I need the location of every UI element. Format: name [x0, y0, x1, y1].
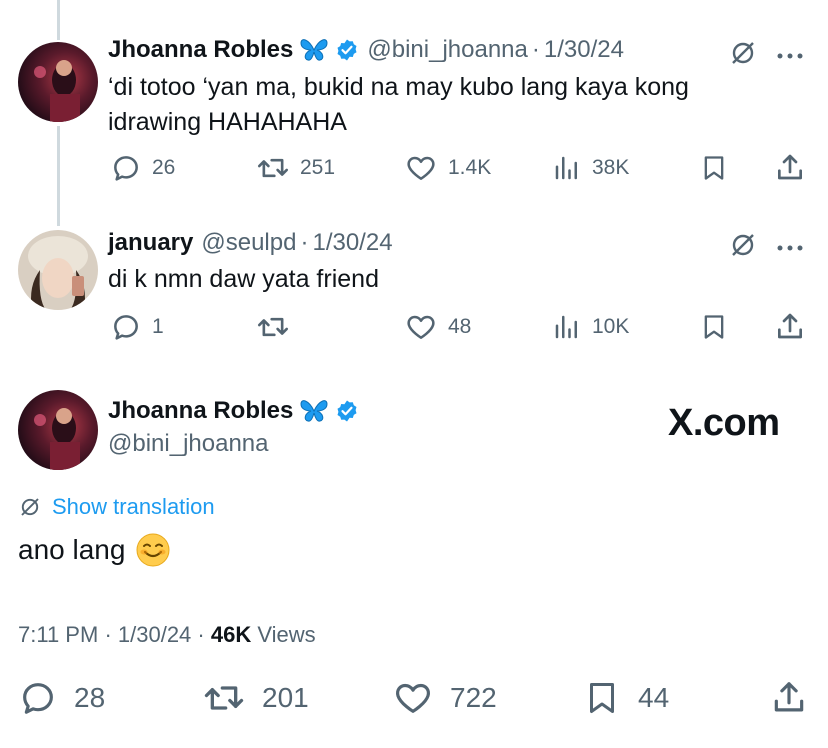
heart-icon — [396, 683, 430, 713]
butterfly-emoji-icon — [299, 37, 329, 63]
more-icon[interactable] — [776, 239, 804, 257]
bookmark-button[interactable] — [700, 153, 728, 183]
thread-line-top — [57, 0, 60, 40]
separator-dot: · — [531, 36, 540, 63]
views-total[interactable]: 46K — [211, 622, 251, 647]
avatar[interactable] — [18, 230, 98, 310]
show-translation-label[interactable]: Show translation — [52, 494, 215, 520]
reply-count: 26 — [152, 156, 176, 179]
display-name[interactable]: Jhoanna Robles — [108, 36, 293, 64]
grok-icon[interactable] — [728, 230, 758, 265]
main-tweet-name-row: Jhoanna Robles — [108, 397, 359, 425]
handle[interactable]: @bini_jhoanna — [367, 36, 528, 64]
main-tweet-meta: 7:11 PM · 1/30/24 · 46K Views — [18, 622, 316, 648]
reply-icon — [114, 315, 138, 340]
tweet-text-line: idrawing HAHAHAHA — [108, 108, 347, 136]
tweet-text-line: di k nmn daw yata friend — [108, 265, 379, 293]
share-button[interactable] — [774, 152, 806, 184]
share-icon — [778, 154, 802, 180]
views-icon — [555, 315, 577, 339]
translate-icon — [21, 498, 39, 516]
tweet-header: Jhoanna Robles @bini_jhoanna · 1/30/24 — [108, 36, 624, 64]
grok-icon[interactable] — [728, 38, 758, 73]
heart-icon — [407, 156, 435, 180]
like-count: 1.4K — [448, 156, 492, 179]
retweet-button[interactable] — [256, 311, 300, 343]
tweet-date[interactable]: 1/30/24 — [312, 229, 392, 257]
bookmark-button[interactable]: 44 — [584, 678, 669, 718]
verified-badge-icon[interactable] — [335, 38, 359, 62]
retweet-button[interactable]: 201 — [202, 678, 309, 718]
like-button[interactable]: 722 — [392, 678, 497, 718]
bookmark-icon — [704, 315, 724, 339]
views-button[interactable]: 38K — [552, 153, 629, 183]
retweet-button[interactable]: 251 — [256, 152, 335, 184]
action-bar: 26 251 1.4K 38K — [0, 150, 828, 186]
views-label: Views — [257, 622, 316, 647]
butterfly-emoji-icon — [299, 398, 329, 424]
display-name[interactable]: Jhoanna Robles — [108, 397, 293, 425]
more-icon[interactable] — [776, 47, 804, 65]
smiling-face-emoji-icon — [135, 532, 171, 568]
post-date[interactable]: 1/30/24 — [118, 622, 191, 647]
like-count: 48 — [448, 315, 472, 338]
tweet-2-top-icons — [728, 230, 804, 265]
tweet-date[interactable]: 1/30/24 — [544, 36, 624, 64]
views-icon — [555, 156, 577, 180]
bookmark-icon — [704, 156, 724, 180]
display-name[interactable]: january — [108, 229, 193, 257]
heart-icon — [407, 315, 435, 339]
x-brand-logo: X.com — [668, 402, 780, 445]
verified-badge-icon[interactable] — [335, 399, 359, 423]
share-icon — [778, 313, 802, 339]
reply-button[interactable]: 1 — [110, 311, 164, 343]
post-time[interactable]: 7:11 PM — [18, 622, 98, 647]
retweet-icon — [257, 158, 289, 178]
reply-count: 1 — [152, 315, 164, 338]
action-bar: 1 48 10K — [0, 309, 828, 345]
like-button[interactable]: 48 — [404, 311, 471, 343]
avatar[interactable] — [18, 42, 98, 122]
views-count: 38K — [592, 156, 630, 179]
like-button[interactable]: 1.4K — [404, 152, 491, 184]
bookmark-button[interactable] — [700, 312, 728, 342]
handle[interactable]: @seulpd — [201, 229, 296, 257]
avatar-image — [34, 60, 80, 122]
like-count: 722 — [450, 682, 497, 713]
share-button[interactable] — [770, 678, 808, 718]
views-count: 10K — [592, 315, 630, 338]
main-tweet-text: ano lang — [18, 532, 171, 568]
separator-dot: · — [197, 622, 211, 647]
retweet-icon — [204, 686, 244, 710]
main-tweet-body: ano lang — [18, 534, 126, 565]
views-button[interactable]: 10K — [552, 312, 629, 342]
share-icon — [774, 682, 804, 712]
tweet-1-top-icons — [728, 38, 804, 73]
show-translation-link[interactable]: Show translation — [18, 494, 215, 520]
avatar[interactable] — [18, 390, 98, 470]
avatar-image — [28, 236, 88, 310]
main-tweet-handle-row: @bini_jhoanna — [108, 430, 269, 458]
reply-icon — [114, 156, 138, 181]
avatar-image — [34, 408, 80, 470]
main-action-bar: 28 201 722 44 — [0, 678, 828, 722]
reply-button[interactable]: 26 — [110, 152, 175, 184]
bookmark-count: 44 — [638, 682, 670, 713]
retweet-icon — [257, 317, 289, 337]
retweet-count: 201 — [262, 682, 309, 713]
brand-text: X.com — [668, 402, 780, 444]
retweet-count: 251 — [300, 156, 336, 179]
tweet-header: january @seulpd · 1/30/24 — [108, 229, 393, 257]
reply-button[interactable]: 28 — [18, 678, 105, 718]
tweet-text: ‘di totoo ‘yan ma, bukid na may kubo lan… — [108, 70, 689, 140]
handle[interactable]: @bini_jhoanna — [108, 430, 269, 458]
share-button[interactable] — [774, 311, 806, 343]
tweet-text-line: ‘di totoo ‘yan ma, bukid na may kubo lan… — [108, 73, 689, 101]
reply-count: 28 — [74, 682, 106, 713]
bookmark-icon — [590, 683, 614, 713]
separator-dot: · — [300, 229, 309, 256]
reply-icon — [23, 683, 53, 714]
separator-dot: · — [104, 622, 118, 647]
tweet-text: di k nmn daw yata friend — [108, 262, 379, 297]
